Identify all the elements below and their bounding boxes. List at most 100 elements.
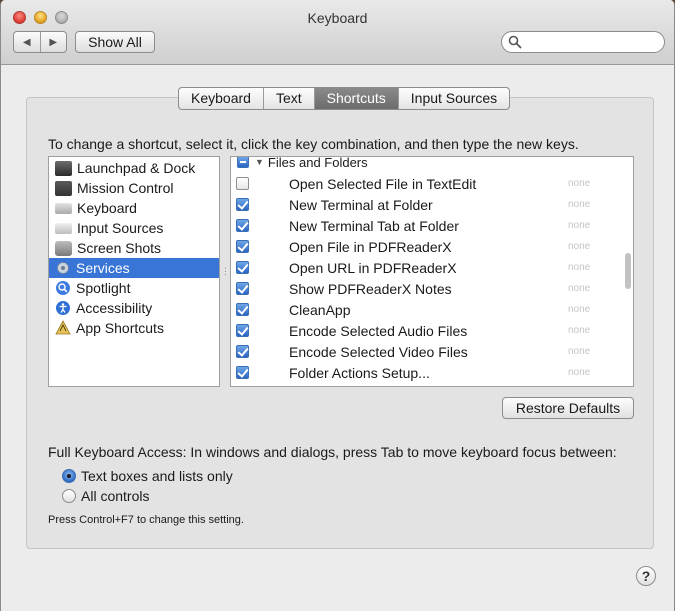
enable-checkbox[interactable] (236, 240, 249, 253)
instructions-text: To change a shortcut, select it, click t… (48, 136, 579, 152)
restore-defaults-button[interactable]: Restore Defaults (502, 397, 634, 419)
forward-arrow-icon: ▶ (49, 36, 58, 48)
enable-checkbox[interactable] (236, 177, 249, 190)
shortcut-label: Encode Selected Audio Files (289, 322, 468, 339)
keyboard-icon (55, 202, 72, 214)
category-keyboard[interactable]: Keyboard (49, 198, 219, 218)
shortcut-row[interactable]: Encode Selected Audio Files none (231, 320, 621, 341)
shortcut-row[interactable]: New Terminal at Folder none (231, 194, 621, 215)
enable-checkbox[interactable] (236, 303, 249, 316)
gear-icon (57, 262, 69, 274)
shortcut-label: CleanApp (289, 301, 351, 318)
group-files-and-folders[interactable]: ▼ Files and Folders (231, 156, 621, 171)
category-accessibility[interactable]: Accessibility (49, 298, 219, 318)
window-title: Keyboard (307, 10, 368, 26)
toolbar: Keyboard ◀ ▶ Show All (1, 0, 674, 65)
mission-control-icon (55, 180, 72, 196)
enable-checkbox[interactable] (236, 345, 249, 358)
shortcut-key[interactable]: none (568, 199, 590, 210)
forward-button[interactable]: ▶ (39, 32, 67, 52)
split-resize-handle[interactable]: ⋮ (221, 266, 230, 277)
category-label: Screen Shots (77, 240, 162, 256)
shortcut-key[interactable]: none (568, 367, 590, 378)
launchpad-dock-icon (55, 160, 72, 176)
radio-button-selected[interactable] (62, 469, 76, 483)
keyboard-access-hint: Press Control+F7 to change this setting. (48, 514, 244, 526)
category-label: Keyboard (77, 200, 137, 216)
search-field[interactable] (501, 31, 665, 53)
show-all-button[interactable]: Show All (75, 31, 155, 53)
tab-input-sources[interactable]: Input Sources (397, 88, 509, 109)
category-mission-control[interactable]: Mission Control (49, 178, 219, 198)
tab-text[interactable]: Text (262, 88, 314, 109)
shortcut-label: Open File in PDFReaderX (289, 238, 452, 255)
category-label: Services (76, 260, 130, 276)
shortcut-key[interactable]: none (568, 220, 590, 231)
category-label: Spotlight (76, 280, 131, 296)
shortcut-row[interactable]: New Terminal Tab at Folder none (231, 215, 621, 236)
enable-checkbox[interactable] (236, 261, 249, 274)
shortcut-label: Open Selected File in TextEdit (289, 175, 477, 192)
disclosure-triangle-icon[interactable]: ▼ (255, 157, 264, 167)
shortcut-label: New Terminal Tab at Folder (289, 217, 459, 234)
category-launchpad-dock[interactable]: Launchpad & Dock (49, 158, 219, 178)
screen-shots-icon (55, 240, 72, 256)
category-label: Input Sources (77, 220, 164, 236)
back-button[interactable]: ◀ (14, 32, 40, 52)
shortcut-key[interactable]: none (568, 283, 590, 294)
radio-label: Text boxes and lists only (81, 468, 233, 484)
scrollbar-thumb[interactable] (625, 253, 631, 289)
shortcut-row[interactable]: Show PDFReaderX Notes none (231, 278, 621, 299)
shortcut-row[interactable]: Open URL in PDFReaderX none (231, 257, 621, 278)
category-services[interactable]: Services (49, 258, 219, 278)
category-screen-shots[interactable]: Screen Shots (49, 238, 219, 258)
search-input[interactable] (524, 34, 660, 52)
category-input-sources[interactable]: Input Sources (49, 218, 219, 238)
radio-text-boxes-and-lists[interactable]: Text boxes and lists only (62, 466, 233, 486)
radio-label: All controls (81, 488, 150, 504)
shortcut-row[interactable]: Open File in PDFReaderX none (231, 236, 621, 257)
shortcut-label: Folder Actions Setup... (289, 364, 430, 381)
keyboard-preferences-window: Keyboard ◀ ▶ Show All Keyboard Text Shor… (0, 0, 675, 611)
enable-checkbox[interactable] (236, 324, 249, 337)
radio-button[interactable] (62, 489, 76, 503)
shortcut-row[interactable]: Open Selected File in TextEdit none (231, 173, 621, 194)
tab-shortcuts[interactable]: Shortcuts (313, 88, 398, 109)
accessibility-icon (56, 301, 70, 315)
shortcut-list[interactable]: ▼ Files and Folders Open Selected File i… (230, 156, 634, 387)
category-label: Mission Control (77, 180, 174, 196)
category-list[interactable]: Launchpad & Dock Mission Control Keyboar… (48, 156, 220, 387)
shortcut-label: Encode Selected Video Files (289, 343, 468, 360)
category-spotlight[interactable]: Spotlight (49, 278, 219, 298)
tab-keyboard[interactable]: Keyboard (179, 88, 263, 109)
shortcut-label: Show PDFReaderX Notes (289, 280, 452, 297)
shortcut-row[interactable]: CleanApp none (231, 299, 621, 320)
shortcut-key[interactable]: none (568, 241, 590, 252)
enable-checkbox[interactable] (236, 282, 249, 295)
shortcut-key[interactable]: none (568, 304, 590, 315)
search-icon (508, 35, 522, 49)
shortcut-key[interactable]: none (568, 325, 590, 336)
shortcut-row[interactable]: Folder Actions Setup... none (231, 362, 621, 383)
back-forward-control: ◀ ▶ (13, 31, 67, 53)
category-label: Accessibility (76, 300, 153, 316)
tab-bar: Keyboard Text Shortcuts Input Sources (178, 87, 511, 110)
shortcut-key[interactable]: none (568, 178, 590, 189)
shortcut-key[interactable]: none (568, 262, 590, 273)
enable-checkbox[interactable] (236, 198, 249, 211)
mixed-state-checkbox[interactable] (237, 157, 249, 168)
enable-checkbox[interactable] (236, 219, 249, 232)
radio-all-controls[interactable]: All controls (62, 486, 149, 506)
shortcut-row[interactable]: Encode Selected Video Files none (231, 341, 621, 362)
group-label: Files and Folders (267, 156, 368, 170)
shortcut-label: New Terminal at Folder (289, 196, 433, 213)
spotlight-icon (56, 281, 70, 295)
help-button[interactable]: ? (636, 566, 656, 586)
shortcut-key[interactable]: none (568, 346, 590, 357)
full-keyboard-access-label: Full Keyboard Access: In windows and dia… (48, 444, 617, 460)
shortcut-list-scrollbar[interactable] (623, 157, 633, 386)
category-app-shortcuts[interactable]: App Shortcuts (49, 318, 219, 338)
category-label: App Shortcuts (76, 320, 164, 336)
category-label: Launchpad & Dock (77, 160, 196, 176)
enable-checkbox[interactable] (236, 366, 249, 379)
